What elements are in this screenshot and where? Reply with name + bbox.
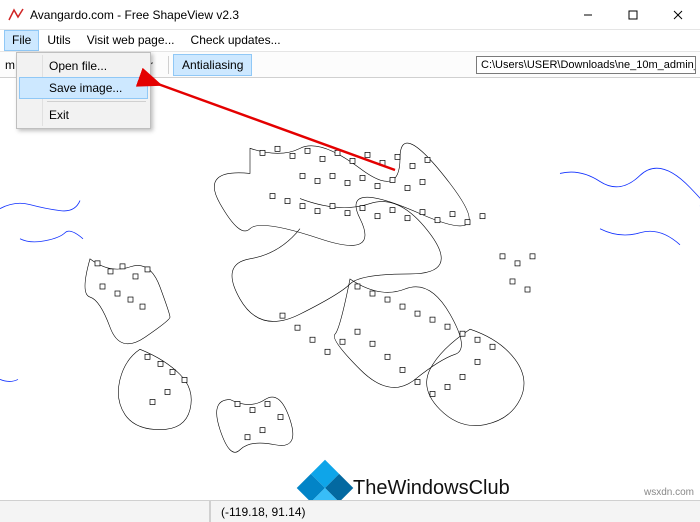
maximize-button[interactable] xyxy=(610,0,655,30)
statusbar: (-119.18, 91.14) xyxy=(0,500,700,522)
status-coords: (-119.18, 91.14) xyxy=(210,501,316,522)
toolbar-separator xyxy=(168,56,169,74)
app-icon xyxy=(8,7,24,23)
menu-file[interactable]: File xyxy=(4,30,39,51)
dropdown-separator xyxy=(47,101,146,102)
menubar: File Utils Visit web page... Check updat… xyxy=(0,30,700,52)
antialiasing-toggle[interactable]: Antialiasing xyxy=(173,54,252,76)
site-watermark: wsxdn.com xyxy=(644,487,694,498)
app-window: Avangardo.com - Free ShapeView v2.3 File… xyxy=(0,0,700,522)
status-left xyxy=(0,501,210,522)
menu-open-file[interactable]: Open file... xyxy=(19,55,148,77)
close-button[interactable] xyxy=(655,0,700,30)
menu-exit[interactable]: Exit xyxy=(19,104,148,126)
watermark-logo: TheWindowsClub xyxy=(305,468,510,500)
minimize-button[interactable] xyxy=(565,0,610,30)
file-menu-dropdown: Open file... Save image... Exit xyxy=(16,52,151,129)
menu-utils[interactable]: Utils xyxy=(39,30,78,51)
map-canvas[interactable]: TheWindowsClub xyxy=(0,78,700,500)
watermark-text: TheWindowsClub xyxy=(353,477,510,500)
filepath-display[interactable]: C:\Users\USER\Downloads\ne_10m_admin_0_b… xyxy=(476,56,696,74)
menu-save-image[interactable]: Save image... xyxy=(19,77,148,99)
window-controls xyxy=(565,0,700,29)
menu-visit-web[interactable]: Visit web page... xyxy=(79,30,183,51)
menu-check-updates[interactable]: Check updates... xyxy=(183,30,289,51)
titlebar: Avangardo.com - Free ShapeView v2.3 xyxy=(0,0,700,30)
map-drawing xyxy=(0,78,700,500)
window-title: Avangardo.com - Free ShapeView v2.3 xyxy=(30,8,565,22)
